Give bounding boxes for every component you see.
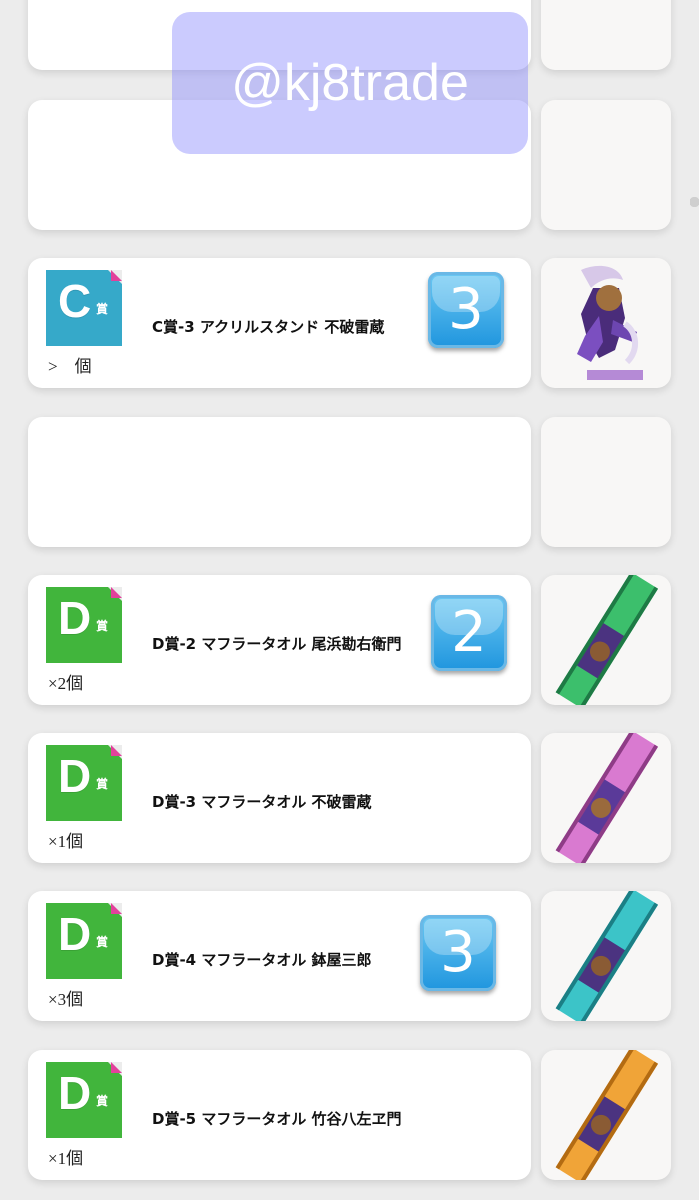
item-quantity: > 個 [48, 357, 92, 376]
towel-orange-image[interactable] [541, 1050, 671, 1180]
keycap-3-icon: 3 [420, 915, 496, 991]
list-item-empty[interactable] [28, 417, 531, 547]
item-thumbnail[interactable] [541, 100, 671, 230]
item-quantity: ×2個 [48, 674, 84, 693]
scroll-indicator [690, 190, 699, 214]
item-name: D賞-5 マフラータオル 竹谷八左ヱ門 [152, 1110, 402, 1128]
watermark-label: @kj8trade [172, 12, 528, 154]
towel-teal-image[interactable] [541, 891, 671, 1021]
item-thumbnail[interactable] [541, 417, 671, 547]
d-prize-badge-icon: D賞 [46, 745, 122, 821]
d-prize-badge-icon: D賞 [46, 587, 122, 663]
keycap-3-icon: 3 [428, 272, 504, 348]
list-item[interactable]: C賞 > 個 C賞-3 アクリルスタンド 不破雷蔵 3 [28, 258, 531, 388]
item-name: C賞-3 アクリルスタンド 不破雷蔵 [152, 318, 385, 336]
acrylic-stand-image[interactable] [541, 258, 671, 388]
item-quantity: ×3個 [48, 990, 84, 1009]
towel-pink-image[interactable] [541, 733, 671, 863]
item-name: D賞-4 マフラータオル 鉢屋三郎 [152, 951, 372, 969]
towel-green-image[interactable] [541, 575, 671, 705]
item-name: D賞-3 マフラータオル 不破雷蔵 [152, 793, 372, 811]
list-item[interactable]: D賞 ×1個 D賞-3 マフラータオル 不破雷蔵 [28, 733, 531, 863]
d-prize-badge-icon: D賞 [46, 903, 122, 979]
list-item[interactable]: D賞 ×3個 D賞-4 マフラータオル 鉢屋三郎 3 [28, 891, 531, 1021]
d-prize-badge-icon: D賞 [46, 1062, 122, 1138]
list-item[interactable]: D賞 ×1個 D賞-5 マフラータオル 竹谷八左ヱ門 [28, 1050, 531, 1180]
item-name: D賞-2 マフラータオル 尾浜勘右衛門 [152, 635, 402, 653]
item-quantity: ×1個 [48, 832, 84, 851]
keycap-2-icon: 2 [431, 595, 507, 671]
c-prize-badge-icon: C賞 [46, 270, 122, 346]
item-quantity: ×1個 [48, 1149, 84, 1168]
item-thumbnail[interactable] [541, 0, 671, 70]
list-item[interactable]: D賞 ×2個 D賞-2 マフラータオル 尾浜勘右衛門 2 [28, 575, 531, 705]
